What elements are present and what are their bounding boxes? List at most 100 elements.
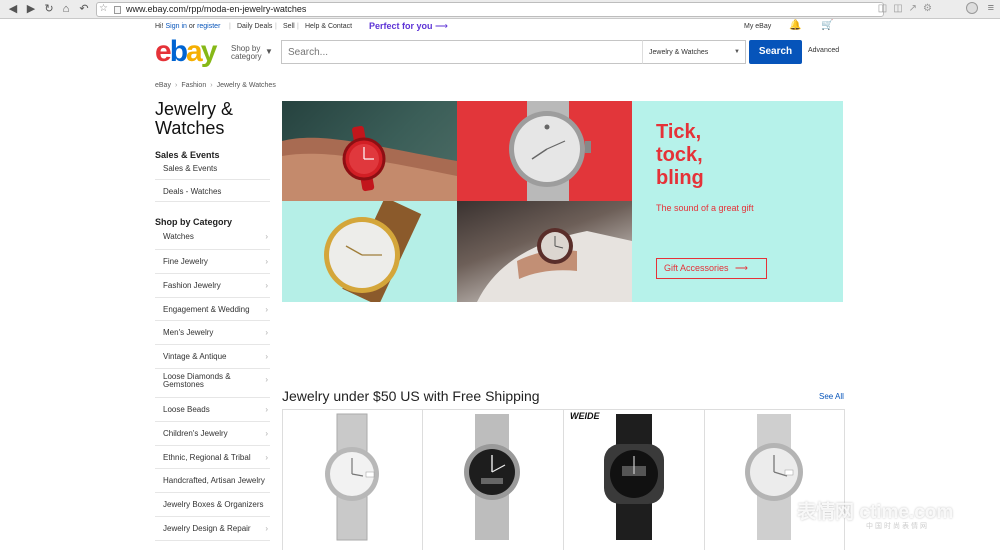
page-title-line1: Jewelry & bbox=[155, 99, 234, 119]
breadcrumb-fashion[interactable]: Fashion bbox=[181, 82, 206, 89]
product-card-4[interactable] bbox=[704, 410, 845, 550]
browser-toolbar: ◀ ▶ ↻ ⌂ ↶ ☆ www.ebay.com/rpp/moda-en-jew… bbox=[0, 0, 1000, 19]
search-input[interactable] bbox=[282, 41, 642, 63]
watermark: 表情网 ctime.com bbox=[797, 502, 954, 523]
help-contact-link[interactable]: Help & Contact bbox=[305, 23, 352, 30]
chevron-right-icon: › bbox=[265, 404, 268, 414]
hero-banner[interactable]: Tick, tock, bling The sound of a great g… bbox=[282, 101, 843, 302]
my-ebay-link[interactable]: My eBay bbox=[744, 23, 771, 30]
nav-item-engagement-wedding[interactable]: Engagement & Wedding › bbox=[155, 298, 270, 322]
nav-item-jewelry-boxes[interactable]: Jewelry Boxes & Organizers bbox=[155, 493, 270, 517]
hero-headline: Tick, tock, bling bbox=[656, 121, 704, 190]
see-all-link[interactable]: See All bbox=[819, 392, 844, 401]
gold-watch-illustration bbox=[324, 201, 422, 302]
ebay-logo[interactable]: ebay bbox=[155, 35, 217, 68]
breadcrumb: eBay › Fashion › Jewelry & Watches bbox=[155, 82, 276, 89]
product-card-1[interactable] bbox=[282, 410, 423, 550]
greeting-text: Hi! bbox=[155, 23, 164, 30]
daily-deals-link[interactable]: Daily Deals bbox=[237, 23, 272, 30]
or-text: or bbox=[188, 23, 196, 30]
forward-arrow-icon[interactable]: ▶ bbox=[24, 3, 38, 16]
chevron-right-icon: › bbox=[265, 232, 268, 241]
nav-item-loose-diamonds[interactable]: Loose Diamonds & Gemstones › bbox=[155, 369, 270, 398]
register-link[interactable]: register bbox=[197, 23, 220, 30]
nav-item-mens-jewelry[interactable]: Men's Jewelry › bbox=[155, 321, 270, 346]
nav-item-deals-watches[interactable]: Deals - Watches bbox=[155, 180, 270, 202]
chevron-right-icon: › bbox=[265, 428, 268, 438]
silver-watch-illustration bbox=[509, 101, 591, 201]
home-icon[interactable]: ⌂ bbox=[59, 3, 73, 16]
watermark-sub: 中国时尚表情网 bbox=[866, 523, 929, 530]
breadcrumb-current: Jewelry & Watches bbox=[216, 82, 276, 89]
nav-item-label: Men's Jewelry bbox=[163, 328, 214, 338]
hero-image-silver-watch[interactable] bbox=[457, 101, 632, 201]
nav-item-loose-beads[interactable]: Loose Beads › bbox=[155, 398, 270, 422]
divider: | bbox=[275, 23, 277, 30]
nav-item-sales-events[interactable]: Sales & Events bbox=[155, 160, 270, 180]
logo-letter-a: a bbox=[186, 35, 203, 68]
advanced-search-link[interactable]: Advanced bbox=[808, 47, 839, 54]
reload-icon[interactable]: ↻ bbox=[42, 3, 56, 16]
search-button[interactable]: Search bbox=[749, 40, 802, 64]
nav-item-fashion-jewelry[interactable]: Fashion Jewelry › bbox=[155, 274, 270, 298]
cart-icon[interactable]: 🛒 bbox=[821, 20, 833, 31]
search-box[interactable] bbox=[281, 40, 643, 64]
nav-item-label: Fashion Jewelry bbox=[163, 280, 221, 290]
product-card-2[interactable] bbox=[422, 410, 563, 550]
nav-item-fine-jewelry[interactable]: Fine Jewelry › bbox=[155, 250, 270, 274]
chevron-right-icon: › bbox=[265, 257, 268, 266]
chevron-right-icon: › bbox=[265, 280, 268, 290]
nav-item-label: Children's Jewelry bbox=[163, 428, 228, 438]
logo-letter-e: e bbox=[155, 35, 172, 68]
brand-label: WEIDE bbox=[570, 411, 600, 421]
logo-letter-b: b bbox=[169, 35, 188, 68]
back-arrow-icon[interactable]: ◀ bbox=[6, 3, 20, 16]
category-select-value: Jewelry & Watches bbox=[649, 49, 709, 56]
nav-item-label: Watches bbox=[163, 232, 194, 241]
chevron-right-icon: › bbox=[174, 82, 178, 89]
nav-item-ethnic-regional[interactable]: Ethnic, Regional & Tribal › bbox=[155, 446, 270, 470]
nav-item-label: Loose Diamonds & Gemstones bbox=[163, 371, 231, 389]
chevron-right-icon: › bbox=[265, 374, 268, 384]
menu-icon[interactable]: ≡ bbox=[988, 2, 994, 14]
hero-image-gold-watch[interactable] bbox=[282, 201, 457, 302]
nav-item-vintage-antique[interactable]: Vintage & Antique › bbox=[155, 345, 270, 369]
nav-item-label: Jewelry Design & Repair bbox=[163, 523, 251, 533]
shop-by-category-button[interactable]: Shop by category ▼ bbox=[231, 45, 273, 61]
chevron-right-icon: › bbox=[265, 523, 268, 533]
extension-icon[interactable] bbox=[966, 2, 978, 14]
hero-image-red-watch[interactable] bbox=[282, 101, 457, 201]
chevron-right-icon: › bbox=[265, 452, 268, 462]
address-url[interactable]: www.ebay.com/rpp/moda-en-jewelry-watches bbox=[126, 4, 306, 14]
hero-image-rose-watch[interactable] bbox=[457, 201, 632, 302]
category-text: category bbox=[231, 52, 262, 61]
left-nav: Jewelry & Watches Sales & Events Sales & … bbox=[155, 100, 270, 541]
black-dial-watch-product-icon bbox=[464, 414, 520, 540]
nav-item-jewelry-design[interactable]: Jewelry Design & Repair › bbox=[155, 517, 270, 541]
nav-item-handcrafted[interactable]: Handcrafted, Artisan Jewelry bbox=[155, 469, 270, 494]
perfect-for-you-link[interactable]: Perfect for you ⟶ bbox=[369, 21, 448, 32]
reader-share-icons[interactable]: ◫◫↗⚙ bbox=[878, 3, 938, 14]
chevron-right-icon: › bbox=[210, 82, 213, 89]
sales-events-heading: Sales & Events bbox=[155, 150, 220, 160]
breadcrumb-ebay[interactable]: eBay bbox=[155, 82, 171, 89]
gift-accessories-label: Gift Accessories bbox=[664, 263, 729, 273]
silver-watch-product-icon bbox=[325, 413, 379, 541]
nav-item-label: Vintage & Antique bbox=[163, 352, 227, 362]
hero-subtitle: The sound of a great gift bbox=[656, 203, 754, 213]
gift-accessories-button[interactable]: Gift Accessories ⟶ bbox=[656, 258, 767, 279]
bell-icon[interactable]: 🔔 bbox=[789, 20, 801, 31]
sell-link[interactable]: Sell bbox=[283, 23, 295, 30]
arrow-right-icon: ⟶ bbox=[735, 263, 748, 273]
address-bar[interactable]: ☆ www.ebay.com/rpp/moda-en-jewelry-watch… bbox=[96, 2, 884, 17]
nav-item-childrens-jewelry[interactable]: Children's Jewelry › bbox=[155, 422, 270, 446]
global-header: Hi! Sign in or register | Daily Deals | … bbox=[0, 19, 1000, 39]
product-card-3[interactable]: WEIDE bbox=[563, 410, 704, 550]
undo-icon[interactable]: ↶ bbox=[77, 3, 91, 16]
sign-in-link[interactable]: Sign in bbox=[166, 23, 187, 30]
nav-item-watches[interactable]: Watches › bbox=[155, 228, 270, 250]
divider: | bbox=[297, 23, 299, 30]
bookmark-star-icon[interactable]: ☆ bbox=[99, 3, 108, 14]
page-icon bbox=[114, 6, 121, 14]
category-select[interactable]: Jewelry & Watches ▼ bbox=[642, 40, 746, 64]
